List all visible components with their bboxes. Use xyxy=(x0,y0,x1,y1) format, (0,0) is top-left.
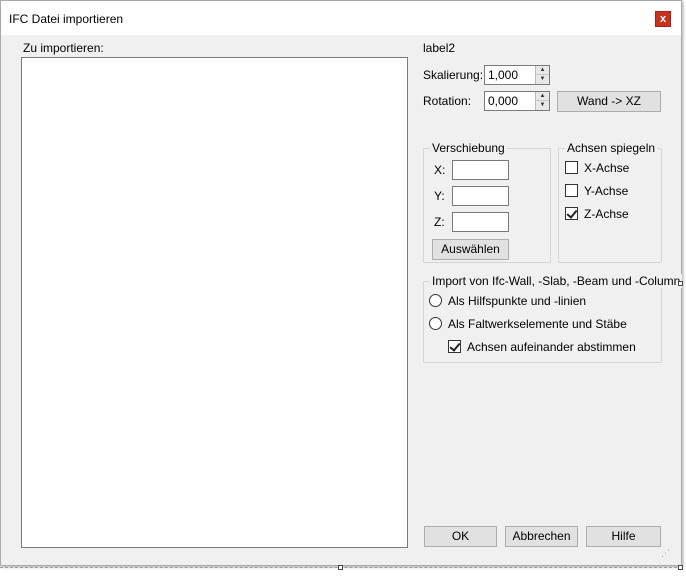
axis-sync-label: Achsen aufeinander abstimmen xyxy=(467,340,636,354)
cancel-button[interactable]: Abbrechen xyxy=(505,526,578,547)
resize-handle-bottom[interactable] xyxy=(338,565,343,570)
scale-up-arrow-icon[interactable]: ▲ xyxy=(536,66,549,75)
offset-y-input[interactable] xyxy=(452,186,509,206)
resize-handle-right[interactable] xyxy=(678,281,683,286)
import-list-label: Zu importieren: xyxy=(23,41,104,55)
rotation-spin-buttons: ▲ ▼ xyxy=(535,92,549,110)
scale-value: 1,000 xyxy=(488,68,519,82)
offset-x-input[interactable] xyxy=(452,160,509,180)
close-button[interactable]: x xyxy=(655,11,671,27)
info-label: label2 xyxy=(423,41,456,55)
mirror-x-label: X-Achse xyxy=(584,161,630,175)
mirror-y-checkbox[interactable] xyxy=(565,184,578,197)
offset-x-label: X: xyxy=(434,163,446,177)
axis-sync-checkbox[interactable] xyxy=(448,340,461,353)
import-helper-radio[interactable] xyxy=(429,294,442,307)
import-group-title: Import von Ifc-Wall, -Slab, -Beam und -C… xyxy=(430,274,683,288)
help-button[interactable]: Hilfe xyxy=(586,526,661,547)
window-title: IFC Datei importieren xyxy=(9,12,124,26)
ok-button[interactable]: OK xyxy=(424,526,497,547)
resize-grip-icon[interactable]: ⋰ xyxy=(661,547,673,559)
import-listbox[interactable] xyxy=(21,57,408,548)
rotation-down-arrow-icon[interactable]: ▼ xyxy=(536,101,549,110)
close-icon: x xyxy=(659,13,667,25)
dialog-window: IFC Datei importieren x Zu importieren: … xyxy=(0,0,683,566)
offset-y-label: Y: xyxy=(434,189,445,203)
import-elements-radio[interactable] xyxy=(429,317,442,330)
mirror-z-label: Z-Achse xyxy=(584,207,629,221)
mirror-y-label: Y-Achse xyxy=(584,184,629,198)
mirror-x-checkbox[interactable] xyxy=(565,161,578,174)
import-elements-label: Als Faltwerkselemente und Stäbe xyxy=(448,317,627,331)
rotation-value: 0,000 xyxy=(488,94,519,108)
import-helper-label: Als Hilfspunkte und -linien xyxy=(448,294,587,308)
offset-z-label: Z: xyxy=(434,215,445,229)
title-bar[interactable]: IFC Datei importieren x xyxy=(1,1,681,35)
select-button[interactable]: Auswählen xyxy=(432,239,509,260)
scale-spin-buttons: ▲ ▼ xyxy=(535,66,549,84)
mirror-z-checkbox[interactable] xyxy=(565,207,578,220)
offset-z-input[interactable] xyxy=(452,212,509,232)
resize-handle-corner[interactable] xyxy=(678,565,683,570)
scale-spinner[interactable]: 1,000 ▲ ▼ xyxy=(484,65,550,85)
offset-group-title: Verschiebung xyxy=(430,141,507,155)
mirror-group-title: Achsen spiegeln xyxy=(565,141,658,155)
wall-xz-button[interactable]: Wand -> XZ xyxy=(557,91,661,112)
scale-label: Skalierung: xyxy=(423,68,484,82)
rotation-label: Rotation: xyxy=(423,94,472,108)
rotation-spinner[interactable]: 0,000 ▲ ▼ xyxy=(484,91,550,111)
scale-down-arrow-icon[interactable]: ▼ xyxy=(536,75,549,84)
rotation-up-arrow-icon[interactable]: ▲ xyxy=(536,92,549,101)
